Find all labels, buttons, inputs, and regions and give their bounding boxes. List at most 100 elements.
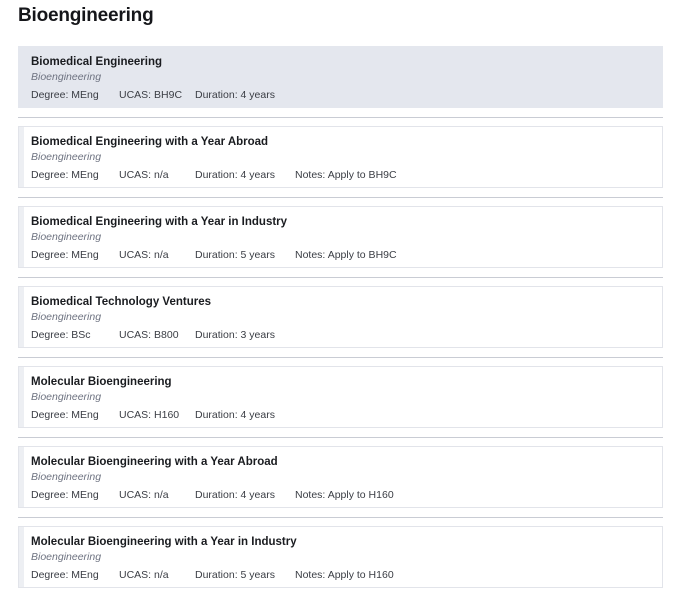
course-ucas-value: B800 xyxy=(154,329,179,341)
course-row: Biomedical Engineering with a Year in In… xyxy=(0,197,690,268)
course-duration: Duration: 4 years xyxy=(195,407,275,423)
course-ucas: UCAS: n/a xyxy=(119,167,169,183)
card-divider xyxy=(18,357,663,358)
course-ucas-label: UCAS: xyxy=(119,89,152,101)
course-ucas-label: UCAS: xyxy=(119,409,152,421)
course-duration: Duration: 4 years xyxy=(195,87,275,103)
course-degree-value: MEng xyxy=(71,569,99,581)
course-notes-label: Notes: xyxy=(295,569,326,581)
course-degree: Degree: MEng xyxy=(31,167,99,183)
course-department: Bioengineering xyxy=(31,71,102,83)
course-name: Biomedical Engineering with a Year Abroa… xyxy=(31,136,269,148)
course-card[interactable]: Biomedical Technology Ventures Bioenginee… xyxy=(18,286,663,348)
course-degree-value: MEng xyxy=(71,249,99,261)
course-meta-row: Degree: MEng UCAS: n/a Duration: 5 years No… xyxy=(31,247,662,263)
course-degree-value: MEng xyxy=(71,409,99,421)
course-duration-value: 4 years xyxy=(240,89,275,101)
course-listing-page: Bioengineering Biomedical Engineering Bio… xyxy=(0,0,690,604)
course-name: Molecular Bioengineering xyxy=(31,376,172,388)
course-row: Biomedical Engineering Bioengineering Degr… xyxy=(0,46,690,108)
course-duration-label: Duration: xyxy=(195,249,238,261)
course-ucas: UCAS: n/a xyxy=(119,567,169,583)
course-notes: Notes: Apply to BH9C xyxy=(295,167,397,183)
course-ucas-value: H160 xyxy=(154,409,180,421)
course-notes-value: Apply to BH9C xyxy=(327,249,397,261)
course-row: Molecular Bioengineering with a Year in … xyxy=(0,517,690,588)
card-left-accent xyxy=(19,367,24,427)
course-duration-label: Duration: xyxy=(195,329,238,341)
course-duration-label: Duration: xyxy=(195,89,238,101)
course-meta-row: Degree: BSc UCAS: B800 Duration: 3 years xyxy=(31,327,662,343)
course-degree-label: Degree: xyxy=(31,329,69,341)
course-name: Biomedical Technology Ventures xyxy=(31,296,211,308)
course-card[interactable]: Biomedical Engineering Bioengineering Degr… xyxy=(18,46,663,108)
course-card[interactable]: Molecular Bioengineering Bioengineering De… xyxy=(18,366,663,428)
course-notes-value: Apply to H160 xyxy=(327,489,394,501)
course-ucas-label: UCAS: xyxy=(119,329,152,341)
course-duration-value: 5 years xyxy=(240,569,275,581)
course-duration: Duration: 5 years xyxy=(195,567,275,583)
course-degree-value: MEng xyxy=(71,169,99,181)
course-degree: Degree: BSc xyxy=(31,327,91,343)
course-card[interactable]: Molecular Bioengineering with a Year in … xyxy=(18,526,663,588)
course-degree-label: Degree: xyxy=(31,569,69,581)
course-row: Biomedical Engineering with a Year Abroa… xyxy=(0,117,690,188)
course-duration: Duration: 4 years xyxy=(195,167,275,183)
card-divider xyxy=(18,277,663,278)
course-row: Molecular Bioengineering with a Year Abr… xyxy=(0,437,690,508)
course-row: Biomedical Technology Ventures Bioenginee… xyxy=(0,277,690,348)
course-duration: Duration: 4 years xyxy=(195,487,275,503)
card-left-accent xyxy=(19,287,24,347)
course-ucas-label: UCAS: xyxy=(119,169,152,181)
course-duration-label: Duration: xyxy=(195,169,238,181)
course-ucas-value: BH9C xyxy=(154,89,183,101)
card-divider xyxy=(18,197,663,198)
card-divider xyxy=(18,437,663,438)
course-notes: Notes: Apply to H160 xyxy=(295,487,394,503)
course-meta-row: Degree: MEng UCAS: n/a Duration: 4 years No… xyxy=(31,487,662,503)
course-duration: Duration: 3 years xyxy=(195,327,275,343)
course-card[interactable]: Molecular Bioengineering with a Year Abr… xyxy=(18,446,663,508)
course-ucas-value: n/a xyxy=(154,169,169,181)
course-degree: Degree: MEng xyxy=(31,567,99,583)
course-card[interactable]: Biomedical Engineering with a Year in In… xyxy=(18,206,663,268)
course-degree-value: MEng xyxy=(71,89,99,101)
course-ucas: UCAS: B800 xyxy=(119,327,179,343)
course-notes-label: Notes: xyxy=(295,249,326,261)
course-ucas-label: UCAS: xyxy=(119,569,152,581)
course-duration-label: Duration: xyxy=(195,489,238,501)
course-degree: Degree: MEng xyxy=(31,247,99,263)
course-ucas-label: UCAS: xyxy=(119,489,152,501)
course-ucas: UCAS: BH9C xyxy=(119,87,182,103)
course-meta-row: Degree: MEng UCAS: n/a Duration: 4 years No… xyxy=(31,167,662,183)
course-ucas-value: n/a xyxy=(154,489,169,501)
course-notes: Notes: Apply to H160 xyxy=(295,567,394,583)
course-duration-value: 4 years xyxy=(240,489,275,501)
course-name: Biomedical Engineering xyxy=(31,56,162,68)
course-duration-value: 3 years xyxy=(240,329,275,341)
course-department: Bioengineering xyxy=(31,151,102,163)
card-left-accent xyxy=(19,207,24,267)
course-department: Bioengineering xyxy=(31,231,102,243)
course-meta-row: Degree: MEng UCAS: n/a Duration: 5 years No… xyxy=(31,567,662,583)
course-meta-row: Degree: MEng UCAS: BH9C Duration: 4 years xyxy=(31,87,662,103)
course-list: Biomedical Engineering Bioengineering Degr… xyxy=(0,46,690,588)
card-divider xyxy=(18,117,663,118)
course-row: Molecular Bioengineering Bioengineering De… xyxy=(0,357,690,428)
course-notes-label: Notes: xyxy=(295,489,326,501)
course-duration-label: Duration: xyxy=(195,409,238,421)
course-degree: Degree: MEng xyxy=(31,407,99,423)
card-left-accent xyxy=(19,47,24,107)
course-notes-value: Apply to BH9C xyxy=(327,169,397,181)
card-left-accent xyxy=(19,447,24,507)
course-degree-value: BSc xyxy=(71,329,91,341)
course-degree-value: MEng xyxy=(71,489,99,501)
course-duration-label: Duration: xyxy=(195,569,238,581)
course-card[interactable]: Biomedical Engineering with a Year Abroa… xyxy=(18,126,663,188)
course-degree-label: Degree: xyxy=(31,409,69,421)
course-department: Bioengineering xyxy=(31,311,102,323)
course-notes-value: Apply to H160 xyxy=(327,569,394,581)
course-degree: Degree: MEng xyxy=(31,487,99,503)
course-degree-label: Degree: xyxy=(31,249,69,261)
course-degree-label: Degree: xyxy=(31,169,69,181)
